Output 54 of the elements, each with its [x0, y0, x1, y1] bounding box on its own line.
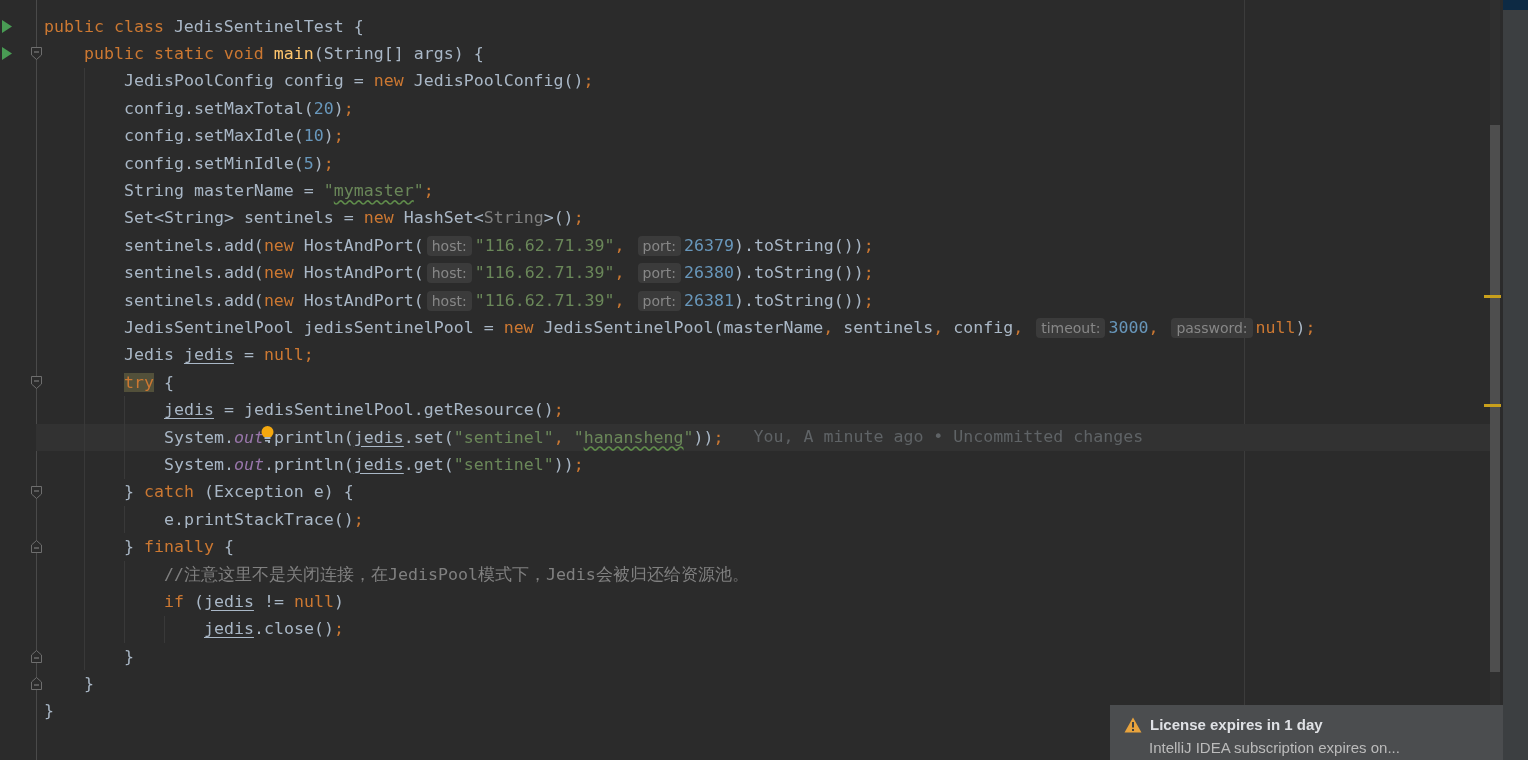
code-text: Set<String> sentinels = new HashSet<String>(); [124, 207, 584, 230]
fold-icon[interactable] [31, 677, 42, 691]
code-text: e.printStackTrace(); [164, 508, 364, 531]
parameter-hint: host: [426, 263, 472, 284]
code-text: config.setMinIdle(5); [124, 152, 334, 175]
parameter-hint: port: [637, 235, 681, 256]
code-text: try { [124, 371, 174, 394]
code-text: sentinels.add(new HostAndPort( [124, 289, 424, 312]
parameter-hint: timeout: [1036, 318, 1106, 338]
parameter-hint: host: [426, 235, 472, 256]
code-text: public class JedisSentinelTest { [44, 15, 364, 38]
code-text: jedis = jedisSentinelPool.getResource(); [164, 399, 564, 422]
code-text: } [44, 700, 54, 723]
notification-title: License expires in 1 day [1150, 715, 1323, 735]
code-text: "116.62.71.39", [474, 289, 626, 312]
code-text: null); [1255, 317, 1316, 339]
code-text: String masterName = "mymaster"; [124, 180, 434, 203]
code-text: System.out.println(jedis.get("sentinel")); [164, 453, 584, 476]
code-text: config.setMaxIdle(10); [124, 125, 344, 148]
code-text: if (jedis != null) [164, 590, 344, 613]
code-text: "116.62.71.39", [474, 234, 626, 257]
code-text: 26380).toString()); [683, 262, 874, 285]
code-text: Jedis jedis = null; [124, 344, 314, 367]
code-text: } finally { [124, 536, 234, 559]
parameter-hint: port: [637, 263, 681, 284]
code-text: public static void main(String[] args) { [84, 43, 484, 66]
code-text: JedisPoolConfig config = new JedisPoolConfig(); [124, 70, 594, 93]
code-text: } catch (Exception e) { [124, 481, 354, 504]
code-text: JedisSentinelPool jedisSentinelPool = new JedisSentinelPool(masterName, sentinels, config, [124, 317, 1025, 339]
fold-icon[interactable] [31, 485, 42, 499]
parameter-hint: port: [637, 290, 681, 311]
run-icon[interactable] [2, 20, 12, 33]
code-text: } [84, 673, 94, 696]
code-text: } [124, 645, 134, 668]
scrollbar-thumb[interactable] [1490, 125, 1500, 672]
code-text: sentinels.add(new HostAndPort( [124, 234, 424, 257]
code-comment: //注意这里不是关闭连接，在JedisPool模式下，Jedis会被归还给资源池。 [164, 563, 749, 586]
parameter-hint: password: [1171, 318, 1253, 338]
code-text: config.setMaxTotal(20); [124, 97, 354, 120]
fold-icon[interactable] [31, 650, 42, 663]
code-text: jedis.close(); [204, 618, 344, 641]
fold-icon[interactable] [31, 376, 42, 390]
code-text: 26379).toString()); [683, 234, 874, 257]
code-text: 26381).toString()); [683, 289, 874, 312]
parameter-hint: host: [426, 290, 472, 311]
code-text: sentinels.add(new HostAndPort( [124, 262, 424, 285]
fold-icon[interactable] [31, 47, 42, 61]
run-icon[interactable] [2, 47, 12, 61]
fold-icon[interactable] [31, 540, 42, 554]
warning-icon [1124, 717, 1142, 733]
code-text: "116.62.71.39", [474, 262, 626, 285]
notification-message: IntelliJ IDEA subscription expires on... [1149, 738, 1401, 758]
code-text: System.out.println(jedis.set("sentinel", "hanansheng")); [164, 426, 724, 449]
code-text: 3000, [1108, 317, 1160, 339]
